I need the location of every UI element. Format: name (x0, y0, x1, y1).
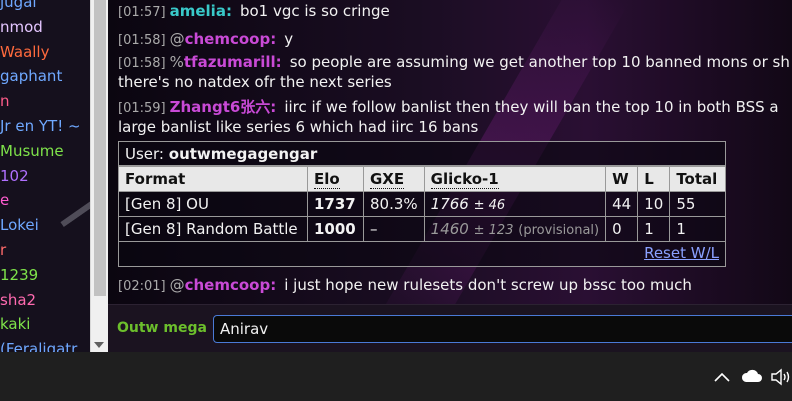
chat-input[interactable] (213, 315, 792, 343)
cell-gxe: 80.3% (363, 191, 425, 217)
message-rank-symbol: @ (169, 276, 185, 294)
chat-message: [01:57] amelia: bo1 vgc is so cringe (118, 2, 792, 22)
message-text: i just hope new rulesets don't screw up … (284, 276, 692, 294)
userlist-item[interactable]: e (0, 189, 9, 211)
cloud-icon[interactable] (741, 368, 763, 384)
cell-elo: 1737 (307, 191, 364, 217)
col-total: Total (669, 166, 726, 192)
message-rank-symbol: @ (169, 30, 185, 48)
cell-losses: 10 (637, 191, 671, 217)
chat-message: [01:58] %tfazumarill: so people are assumi… (118, 53, 792, 91)
chat-message: [02:01] @chemcoop: i just hope new ruleset… (118, 276, 792, 296)
userlist-item[interactable]: Lokei (0, 214, 39, 236)
cell-format: [Gen 8] OU (118, 191, 308, 217)
userlist-item[interactable]: 102 (0, 165, 29, 187)
col-losses: L (637, 166, 671, 192)
message-text-continued: large banlist like series 6 which had ii… (118, 118, 479, 136)
cell-glicko: 1766 ± 46 (423, 191, 607, 217)
message-username[interactable]: amelia: (170, 2, 232, 20)
message-username[interactable]: Zhangt6张六: (170, 98, 277, 116)
rank-table: Format Elo GXE Glicko-1 W L Total [Gen 8… (118, 166, 726, 242)
cell-losses: 1 (637, 216, 671, 242)
userlist-item[interactable]: n (0, 90, 10, 112)
input-username-label[interactable]: Outw mega (117, 320, 207, 336)
message-text: iirc if we follow banlist then they will… (284, 98, 779, 116)
col-format: Format (118, 166, 308, 192)
chat-log: [01:57] amelia: bo1 vgc is so cringe [01:5… (108, 0, 792, 304)
userlist-item[interactable]: 1239 (0, 264, 38, 286)
cell-wins: 44 (605, 191, 639, 217)
speaker-icon[interactable] (770, 368, 792, 386)
message-timestamp: [01:58] (118, 56, 166, 71)
rank-table-header: Format Elo GXE Glicko-1 W L Total (118, 166, 726, 192)
cell-elo: 1000 (307, 216, 364, 242)
userlist-item[interactable]: (Feraligatr (0, 338, 77, 352)
message-text: bo1 vgc is so cringe (239, 2, 390, 20)
userlist-item[interactable]: Waally (0, 41, 49, 63)
col-glicko: Glicko-1 (423, 166, 607, 192)
message-username[interactable]: tfazumarill: (184, 53, 282, 71)
chat-message: [01:59] Zhangt6张六: iirc if we follow banli… (118, 98, 792, 136)
reset-wl-link[interactable]: Reset W/L (644, 244, 719, 262)
message-text: so people are assuming we get another to… (289, 53, 790, 71)
table-row: [Gen 8] Random Battle 1000 – 1460 ± 123 … (118, 216, 726, 242)
message-username[interactable]: chemcoop: (185, 276, 277, 294)
col-gxe: GXE (363, 166, 425, 192)
userlist-item[interactable]: kaki (0, 313, 30, 335)
user-list: jugal nmod Waally gaphant n Jr en YT! ~ Musume… (0, 0, 90, 352)
taskbar (0, 352, 792, 401)
cell-wins: 0 (605, 216, 639, 242)
message-text-continued: there's no natdex ofr the next series (118, 73, 392, 91)
message-timestamp: [01:57] (118, 5, 166, 20)
userlist-item[interactable]: Jr en YT! ~ (0, 115, 81, 137)
cell-gxe: – (363, 216, 425, 242)
scroll-down-icon[interactable] (94, 342, 104, 348)
user-list-scrollbar[interactable] (90, 0, 108, 352)
message-timestamp: [02:01] (118, 279, 166, 294)
chat-message: [01:58] @chemcoop: y (118, 30, 792, 50)
cell-glicko: 1460 ± 123 (provisional) (423, 216, 607, 242)
userlist-item[interactable]: jugal (0, 0, 37, 13)
userlist-item[interactable]: sha2 (0, 289, 36, 311)
message-timestamp: [01:59] (118, 101, 166, 116)
cell-total: 55 (669, 191, 726, 217)
message-text: y (284, 30, 294, 48)
user-label: User: (125, 145, 164, 163)
message-rank-symbol: % (169, 53, 184, 71)
cell-format: [Gen 8] Random Battle (118, 216, 308, 242)
userlist-item[interactable]: Musume (0, 140, 64, 162)
message-timestamp: [01:58] (118, 33, 166, 48)
table-row: [Gen 8] OU 1737 80.3% 1766 ± 46 44 10 55 (118, 191, 726, 217)
userlist-item[interactable]: r (0, 239, 6, 261)
user-rank-card: User: outwmegagengar Format Elo GXE Glic… (118, 141, 726, 267)
cell-total: 1 (669, 216, 726, 242)
message-username[interactable]: chemcoop: (185, 30, 277, 48)
chevron-up-icon[interactable] (713, 370, 731, 384)
rank-card-header: User: outwmegagengar (119, 142, 725, 166)
userlist-item[interactable]: nmod (0, 16, 43, 38)
chat-input-bar: Outw mega (108, 304, 792, 352)
col-elo: Elo (307, 166, 364, 192)
scrollbar-thumb[interactable] (94, 0, 106, 296)
col-wins: W (605, 166, 639, 192)
userlist-item[interactable]: gaphant (0, 65, 62, 87)
rank-card-username: outwmegagengar (168, 145, 318, 163)
